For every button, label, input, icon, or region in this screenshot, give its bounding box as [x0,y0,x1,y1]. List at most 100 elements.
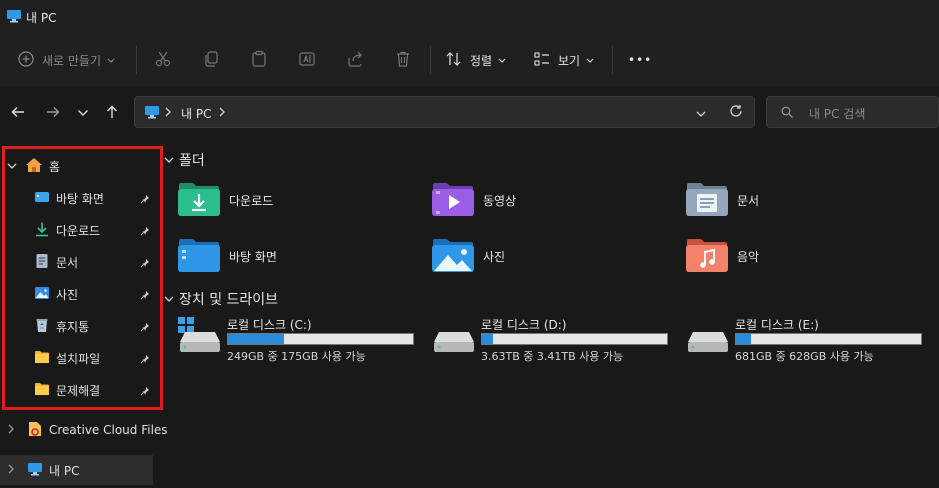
drive-name: 로컬 디스크 (D:) [481,318,567,332]
trash-icon [394,50,412,71]
storage-bar [227,333,414,345]
folder-pictures[interactable]: 사진 [431,236,505,276]
view-button[interactable]: 보기 [534,34,594,86]
folder-label: 사진 [483,249,506,264]
breadcrumb-item[interactable]: 내 PC [181,105,211,122]
arrow-left-icon [11,105,25,122]
navigation-row: 내 PC 내 PC 검색 [0,86,939,140]
sidebar-item-label: 내 PC [49,463,80,478]
documents-folder-icon [685,181,729,220]
this-pc-icon [6,9,22,26]
sort-icon [446,51,462,70]
back-button[interactable] [5,100,31,126]
share-icon [346,50,364,71]
drive-d[interactable]: 로컬 디스크 (D:) 3.63TB 중 3.41TB 사용 가능 [431,316,681,366]
folder-label: 문서 [737,193,760,208]
sidebar-item-this-pc[interactable]: 내 PC [0,455,153,485]
title-bar: 내 PC [0,0,939,34]
arrow-right-icon [46,105,60,122]
new-button-label: 새로 만들기 [42,53,102,68]
delete-button[interactable] [394,34,412,86]
folder-label: 다운로드 [229,193,274,208]
chevron-right-icon[interactable] [7,463,15,477]
search-icon [781,106,793,121]
rename-icon [298,50,316,71]
address-bar[interactable]: 내 PC [134,96,755,128]
recent-locations-button[interactable] [70,100,96,126]
section-title: 폴더 [179,153,205,169]
drives-section-header[interactable]: 장치 및 드라이브 [164,289,278,309]
refresh-icon[interactable] [729,104,743,121]
paste-button[interactable] [250,34,268,86]
breadcrumb-separator-icon [219,106,225,120]
drive-capacity: 681GB 중 628GB 사용 가능 [735,350,874,363]
arrow-up-icon [105,105,119,122]
copy-icon [202,50,220,71]
sort-button-label: 정렬 [470,53,493,68]
music-folder-icon [685,237,729,276]
pictures-folder-icon [431,237,475,276]
this-pc-icon [144,105,160,122]
command-bar: 새로 만들기 정렬 보기 ••• [0,34,939,87]
folder-label: 음악 [737,249,760,264]
storage-bar [735,333,922,345]
toolbar-divider [136,46,137,74]
view-button-label: 보기 [558,53,581,68]
folders-section-header[interactable]: 폴더 [164,150,205,170]
toolbar-divider [612,46,613,74]
breadcrumb-separator-icon [165,106,171,120]
videos-folder-icon [431,181,475,220]
up-button[interactable] [99,100,125,126]
search-box[interactable]: 내 PC 검색 [766,96,939,128]
hard-drive-icon [433,330,475,357]
folder-music[interactable]: 음악 [685,236,759,276]
folder-documents[interactable]: 문서 [685,180,759,220]
chevron-right-icon[interactable] [7,423,15,437]
scissors-icon [154,50,172,71]
hard-drive-icon [179,330,221,357]
storage-bar-fill [482,334,494,344]
chevron-down-icon [77,106,89,120]
search-placeholder: 내 PC 검색 [809,107,866,121]
chevron-down-icon [164,152,174,168]
forward-button[interactable] [40,100,66,126]
hard-drive-icon [687,330,729,357]
copy-button[interactable] [202,34,220,86]
drive-e[interactable]: 로컬 디스크 (E:) 681GB 중 628GB 사용 가능 [685,316,935,366]
share-button[interactable] [346,34,364,86]
view-list-icon [534,51,550,70]
chevron-down-icon [498,53,506,67]
drive-capacity: 249GB 중 175GB 사용 가능 [227,350,366,363]
window-title: 내 PC [26,11,57,25]
desktop-folder-icon [177,237,221,276]
more-options-icon: ••• [628,53,653,67]
download-folder-icon [177,181,221,220]
new-button[interactable]: 새로 만들기 [18,34,115,86]
sidebar-item-creative-cloud[interactable]: Creative Cloud Files [0,414,168,446]
this-pc-icon [27,462,43,479]
sort-button[interactable]: 정렬 [446,34,506,86]
highlight-box [2,146,163,410]
folder-label: 동영상 [483,193,517,208]
cut-button[interactable] [154,34,172,86]
storage-bar [481,333,668,345]
drive-c[interactable]: 로컬 디스크 (C:) 249GB 중 175GB 사용 가능 [177,316,427,366]
section-title: 장치 및 드라이브 [179,292,279,308]
chevron-down-icon [586,53,594,67]
more-options-button[interactable]: ••• [628,34,652,86]
chevron-down-icon [107,53,115,67]
storage-bar-fill [228,334,284,344]
toolbar-divider [430,46,431,74]
folder-downloads[interactable]: 다운로드 [177,180,273,220]
folder-desktop[interactable]: 바탕 화면 [177,236,277,276]
sidebar-item-label: Creative Cloud Files [49,423,168,437]
drive-name: 로컬 디스크 (E:) [735,318,819,332]
drive-capacity: 3.63TB 중 3.41TB 사용 가능 [481,350,624,363]
rename-button[interactable] [298,34,316,86]
storage-bar-fill [736,334,751,344]
drive-name: 로컬 디스크 (C:) [227,318,312,332]
address-history-button[interactable] [696,107,706,121]
creative-cloud-icon [27,421,43,440]
chevron-down-icon [164,291,174,307]
folder-videos[interactable]: 동영상 [431,180,516,220]
